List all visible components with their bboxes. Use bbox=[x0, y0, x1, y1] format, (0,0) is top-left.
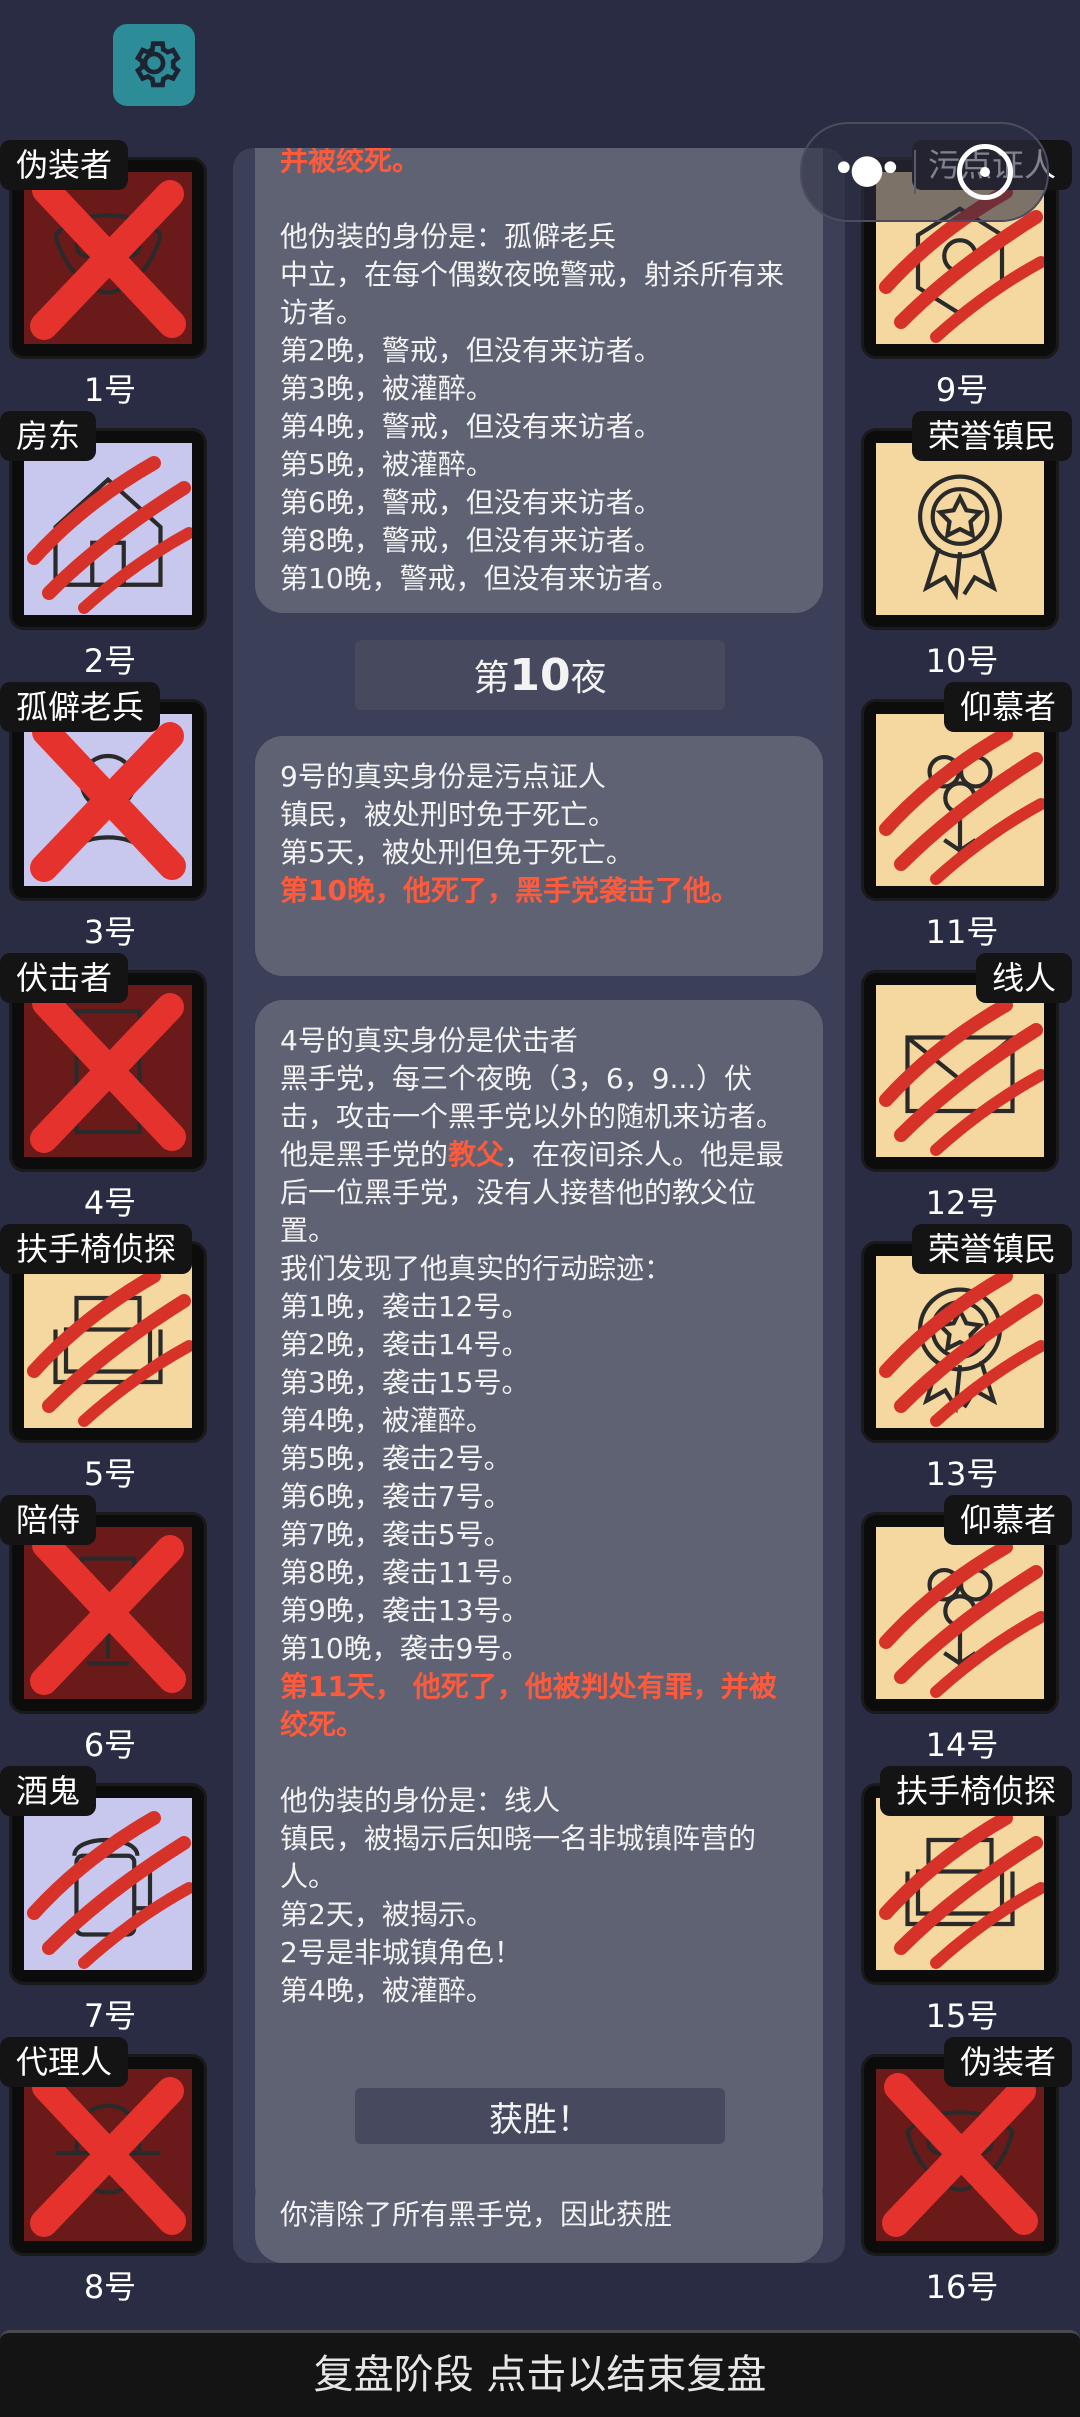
player-number: 14号 bbox=[925, 1726, 999, 1764]
victory-text: 你清除了所有黑手党，因此获胜 bbox=[280, 2198, 673, 2231]
night-suffix: 夜 bbox=[570, 658, 607, 699]
settings-button[interactable] bbox=[113, 24, 195, 106]
player-role-label: 孤僻老兵 bbox=[0, 682, 161, 732]
log-entry-player-4: 4号的真实身份是伏击者 黑手党，每三个夜晚（3，6，9...）伏击，攻击一个黑手… bbox=[255, 1000, 823, 2213]
player-card[interactable]: 扶手椅侦探 15号 bbox=[852, 1766, 1072, 2036]
capsule-divider bbox=[914, 150, 916, 194]
player-role-label: 伪装者 bbox=[0, 140, 129, 190]
player-number: 5号 bbox=[83, 1455, 137, 1493]
player-number: 8号 bbox=[83, 2268, 137, 2306]
player-role-label: 伏击者 bbox=[0, 953, 129, 1003]
log-text: 9号的真实身份是污点证人 镇民，被处刑时免于死亡。 第5天，被处刑但免于死亡。 bbox=[280, 760, 634, 869]
night-number: 10 bbox=[509, 649, 571, 701]
player-number: 9号 bbox=[935, 371, 989, 409]
player-number: 1号 bbox=[83, 371, 137, 409]
player-number: 2号 bbox=[83, 642, 137, 680]
night-prefix: 第 bbox=[473, 658, 510, 699]
log-panel[interactable]: 并被绞死。他伪装的身份是：孤僻老兵 中立，在每个偶数夜晚警戒，射杀所有来访者。 … bbox=[233, 148, 845, 2263]
player-card[interactable]: 房东 2号 bbox=[0, 411, 220, 681]
player-role-label: 房东 bbox=[0, 411, 97, 461]
victory-header: 获胜！ bbox=[355, 2088, 725, 2144]
player-role-label: 扶手椅侦探 bbox=[0, 1224, 193, 1274]
player-role-label: 酒鬼 bbox=[0, 1766, 97, 1816]
player-number: 13号 bbox=[925, 1455, 999, 1493]
player-card[interactable]: 伪装者 16号 bbox=[852, 2037, 1072, 2307]
miniprogram-capsule: •●• bbox=[800, 122, 1049, 222]
night-header: 第 10 夜 bbox=[355, 640, 725, 710]
player-card[interactable]: 荣誉镇民 10号 bbox=[852, 411, 1072, 681]
player-card[interactable]: 扶手椅侦探 5号 bbox=[0, 1224, 220, 1494]
player-number: 7号 bbox=[83, 1997, 137, 2035]
player-role-label: 代理人 bbox=[0, 2037, 129, 2087]
victory-entry: 你清除了所有黑手党，因此获胜 bbox=[255, 2170, 823, 2263]
log-entry-1: 并被绞死。他伪装的身份是：孤僻老兵 中立，在每个偶数夜晚警戒，射杀所有来访者。 … bbox=[255, 148, 823, 613]
player-card[interactable]: 陪侍 6号 bbox=[0, 1495, 220, 1765]
player-card[interactable]: 仰慕者 14号 bbox=[852, 1495, 1072, 1765]
log-red-text: 第10晚，他死了，黑手党袭击了他。 bbox=[280, 874, 739, 907]
player-number: 12号 bbox=[925, 1184, 999, 1222]
player-card[interactable]: 伪装者 1号 bbox=[0, 140, 220, 410]
player-role-label: 荣誉镇民 bbox=[911, 1224, 1072, 1274]
player-card[interactable]: 荣誉镇民 13号 bbox=[852, 1224, 1072, 1494]
player-role-label: 荣誉镇民 bbox=[911, 411, 1072, 461]
player-number: 11号 bbox=[925, 913, 999, 951]
gear-icon bbox=[123, 32, 185, 98]
player-card[interactable]: 酒鬼 7号 bbox=[0, 1766, 220, 2036]
player-card[interactable]: 代理人 8号 bbox=[0, 2037, 220, 2307]
player-card[interactable]: 孤僻老兵 3号 bbox=[0, 682, 220, 952]
log-red-text: 第11天， 他死了，他被判处有罪，并被绞死。 bbox=[280, 1670, 777, 1741]
godfather-highlight: 教父 bbox=[448, 1138, 505, 1171]
player-role-label: 线人 bbox=[975, 953, 1072, 1003]
medal-icon bbox=[876, 443, 1044, 615]
player-number: 3号 bbox=[83, 913, 137, 951]
log-entry-player-9: 9号的真实身份是污点证人 镇民，被处刑时免于死亡。 第5天，被处刑但免于死亡。第… bbox=[255, 736, 823, 976]
player-role-label: 仰慕者 bbox=[943, 682, 1072, 732]
log-red-text: 并被绞死。 bbox=[280, 148, 421, 177]
player-role-label: 伪装者 bbox=[943, 2037, 1072, 2087]
player-number: 16号 bbox=[925, 2268, 999, 2306]
player-number: 4号 bbox=[83, 1184, 137, 1222]
more-dots-icon[interactable]: •●• bbox=[832, 149, 902, 189]
log-text: 他伪装的身份是：线人 镇民，被揭示后知晓一名非城镇阵营的人。 第2天，被揭示。 … bbox=[280, 1784, 757, 2007]
log-text: 他伪装的身份是：孤僻老兵 中立，在每个偶数夜晚警戒，射杀所有来访者。 第2晚，警… bbox=[280, 220, 785, 595]
log-text: ，在夜间杀人。他是最后一位黑手党，没有人接替他的教父位置。 我们发现了他真实的行… bbox=[280, 1138, 785, 1665]
player-card[interactable]: 仰慕者 11号 bbox=[852, 682, 1072, 952]
player-number: 15号 bbox=[925, 1997, 999, 2035]
player-role-label: 仰慕者 bbox=[943, 1495, 1072, 1545]
player-number: 10号 bbox=[925, 642, 999, 680]
player-card[interactable]: 伏击者 4号 bbox=[0, 953, 220, 1223]
end-review-bar[interactable]: 复盘阶段 点击以结束复盘 bbox=[0, 2330, 1080, 2417]
player-role-label: 陪侍 bbox=[0, 1495, 97, 1545]
close-circle-icon[interactable] bbox=[957, 144, 1013, 200]
player-number: 6号 bbox=[83, 1726, 137, 1764]
player-card[interactable]: 线人 12号 bbox=[852, 953, 1072, 1223]
player-role-label: 扶手椅侦探 bbox=[879, 1766, 1072, 1816]
